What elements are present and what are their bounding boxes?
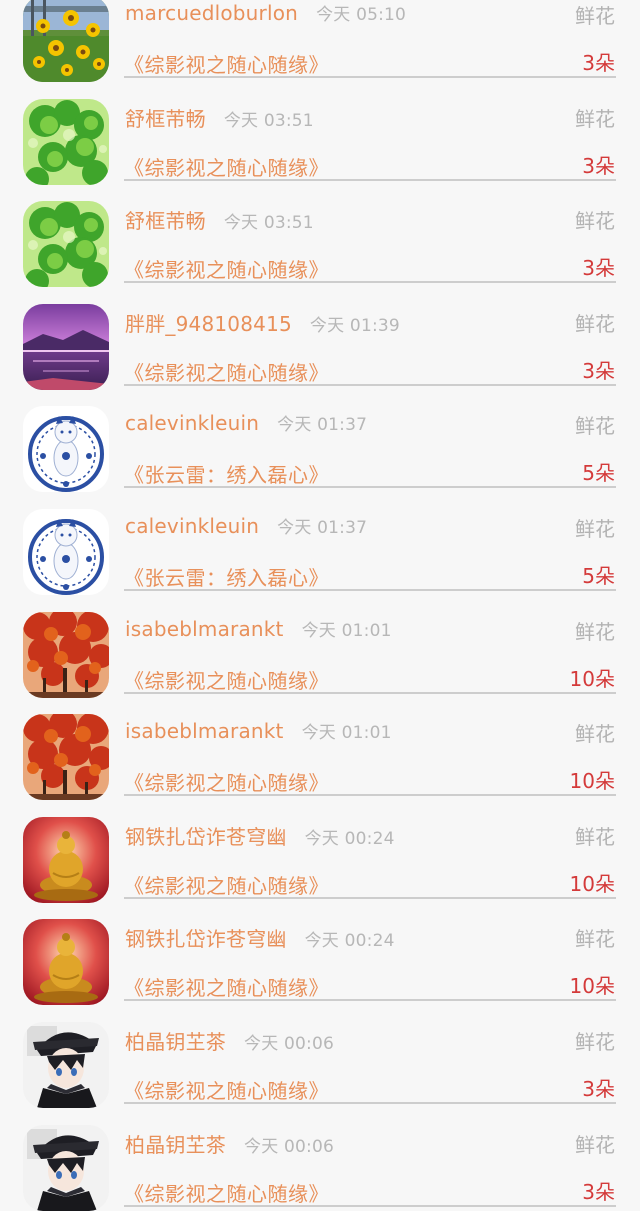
user-name[interactable]: isabeblmarankt bbox=[125, 719, 284, 743]
user-name[interactable]: isabeblmarankt bbox=[125, 617, 284, 641]
flower-gift-list: marcuedloburlon 今天 05:10 鲜花 《综影视之随心随缘》 3朵 舒框… bbox=[0, 0, 640, 1211]
autumn-tree-avatar[interactable] bbox=[23, 714, 109, 801]
list-item[interactable]: isabeblmarankt 今天 01:01 鲜花《综影视之随心随缘》 10朵 bbox=[0, 592, 640, 698]
work-title[interactable]: 《综影视之随心随缘》 bbox=[124, 254, 329, 283]
gift-type: 鲜花 bbox=[575, 516, 615, 541]
user-name[interactable]: 柏晶钥芏茶 bbox=[125, 1030, 226, 1054]
timestamp: 今天 01:39 bbox=[309, 315, 400, 336]
work-title[interactable]: 《综影视之随心随缘》 bbox=[124, 1075, 329, 1104]
gift-type: 鲜花 bbox=[575, 106, 615, 131]
user-name[interactable]: 柏晶钥芏茶 bbox=[125, 1133, 226, 1157]
work-title[interactable]: 《张云雷：绣入磊心》 bbox=[124, 562, 329, 591]
work-title[interactable]: 《综影视之随心随缘》 bbox=[124, 152, 329, 181]
user-name[interactable]: 钢铁扎岱诈苍穹幽 bbox=[125, 927, 287, 951]
list-item[interactable]: 钢铁扎岱诈苍穹幽 今天 00:24 鲜花《综影视之随心随缘》 10朵 bbox=[0, 899, 640, 1006]
list-item[interactable]: isabeblmarankt 今天 01:01 鲜花《综影视之随心随缘》 10朵 bbox=[0, 694, 640, 801]
work-title[interactable]: 《综影视之随心随缘》 bbox=[124, 665, 329, 694]
flower-count: 3朵 bbox=[582, 358, 615, 383]
user-name[interactable]: 钢铁扎岱诈苍穹幽 bbox=[125, 825, 287, 849]
gift-type: 鲜花 bbox=[575, 1132, 615, 1157]
user-name[interactable]: calevinkleuin bbox=[125, 411, 259, 435]
work-title[interactable]: 《综影视之随心随缘》 bbox=[124, 1178, 329, 1207]
work-title[interactable]: 《综影视之随心随缘》 bbox=[124, 870, 329, 899]
flower-count: 10朵 bbox=[569, 871, 615, 896]
autumn-tree-avatar[interactable] bbox=[23, 611, 109, 698]
list-item[interactable]: 柏晶钥芏茶 今天 00:06 鲜花《综影视之随心随缘》 3朵 bbox=[0, 1105, 640, 1211]
gift-type: 鲜花 bbox=[575, 824, 615, 849]
sunset-lake-avatar[interactable] bbox=[23, 303, 109, 390]
gift-type: 鲜花 bbox=[575, 414, 615, 439]
timestamp: 今天 00:24 bbox=[304, 931, 395, 952]
list-item[interactable]: marcuedloburlon 今天 05:10 鲜花《综影视之随心随缘》 3朵 bbox=[0, 0, 640, 82]
work-title[interactable]: 《综影视之随心随缘》 bbox=[124, 972, 329, 1001]
user-name[interactable]: 胖胖_948108415 bbox=[125, 312, 292, 336]
gift-type: 鲜花 bbox=[575, 4, 615, 28]
flower-count: 3朵 bbox=[582, 256, 615, 281]
porcelain-cat-avatar[interactable] bbox=[23, 508, 109, 595]
user-name[interactable]: 舒框芾畅 bbox=[125, 209, 206, 233]
clover-avatar[interactable] bbox=[23, 201, 109, 288]
gift-type: 鲜花 bbox=[575, 722, 615, 747]
timestamp: 今天 01:37 bbox=[277, 517, 368, 538]
gift-type: 鲜花 bbox=[575, 619, 615, 644]
anime-boy-avatar[interactable] bbox=[23, 1021, 109, 1108]
gift-type: 鲜花 bbox=[575, 311, 615, 336]
timestamp: 今天 00:06 bbox=[244, 1033, 334, 1054]
flower-count: 10朵 bbox=[569, 769, 615, 794]
list-item[interactable]: 胖胖_948108415 今天 01:39 鲜花《综影视之随心随缘》 3朵 bbox=[0, 284, 640, 390]
flower-count: 3朵 bbox=[582, 1179, 615, 1204]
work-title[interactable]: 《综影视之随心随缘》 bbox=[124, 49, 329, 78]
flower-count: 10朵 bbox=[569, 666, 615, 691]
timestamp: 今天 03:51 bbox=[223, 213, 314, 234]
clover-avatar[interactable] bbox=[23, 98, 109, 185]
flower-count: 3朵 bbox=[582, 1076, 615, 1101]
gift-type: 鲜花 bbox=[575, 1029, 615, 1054]
timestamp: 今天 00:06 bbox=[244, 1136, 334, 1157]
user-name[interactable]: marcuedloburlon bbox=[125, 1, 298, 25]
list-item[interactable]: 舒框芾畅 今天 03:51 鲜花《综影视之随心随缘》 3朵 bbox=[0, 79, 640, 185]
porcelain-cat-avatar[interactable] bbox=[23, 406, 109, 493]
row-divider bbox=[124, 1204, 616, 1207]
gift-type: 鲜花 bbox=[575, 209, 615, 234]
gift-type: 鲜花 bbox=[575, 927, 615, 952]
flower-count: 10朵 bbox=[569, 974, 615, 999]
flowers-avatar[interactable] bbox=[23, 0, 109, 82]
list-item[interactable]: 舒框芾畅 今天 03:51 鲜花《综影视之随心随缘》 3朵 bbox=[0, 181, 640, 288]
golden-buddha-avatar[interactable] bbox=[23, 816, 109, 903]
timestamp: 今天 01:37 bbox=[277, 415, 368, 436]
timestamp: 今天 01:01 bbox=[301, 723, 392, 744]
work-title[interactable]: 《综影视之随心随缘》 bbox=[124, 767, 329, 796]
list-item[interactable]: calevinkleuin 今天 01:37 鲜花《张云雷：绣入磊心》 5朵 bbox=[0, 386, 640, 493]
timestamp: 今天 03:51 bbox=[223, 110, 314, 131]
work-title[interactable]: 《综影视之随心随缘》 bbox=[124, 357, 329, 386]
timestamp: 今天 01:01 bbox=[301, 620, 392, 641]
list-item[interactable]: 柏晶钥芏茶 今天 00:06 鲜花《综影视之随心随缘》 3朵 bbox=[0, 1002, 640, 1108]
timestamp: 今天 05:10 bbox=[316, 5, 407, 25]
list-item[interactable]: calevinkleuin 今天 01:37 鲜花《张云雷：绣入磊心》 5朵 bbox=[0, 489, 640, 595]
flower-count: 3朵 bbox=[582, 153, 615, 178]
user-name[interactable]: 舒框芾畅 bbox=[125, 107, 206, 131]
golden-buddha-avatar[interactable] bbox=[23, 919, 109, 1006]
timestamp: 今天 00:24 bbox=[304, 828, 395, 849]
flower-count: 5朵 bbox=[582, 563, 615, 588]
user-name[interactable]: calevinkleuin bbox=[125, 514, 259, 538]
work-title[interactable]: 《张云雷：绣入磊心》 bbox=[124, 459, 329, 488]
flower-count: 3朵 bbox=[582, 51, 615, 75]
list-item[interactable]: 钢铁扎岱诈苍穹幽 今天 00:24 鲜花《综影视之随心随缘》 10朵 bbox=[0, 797, 640, 903]
flower-count: 5朵 bbox=[582, 461, 615, 486]
